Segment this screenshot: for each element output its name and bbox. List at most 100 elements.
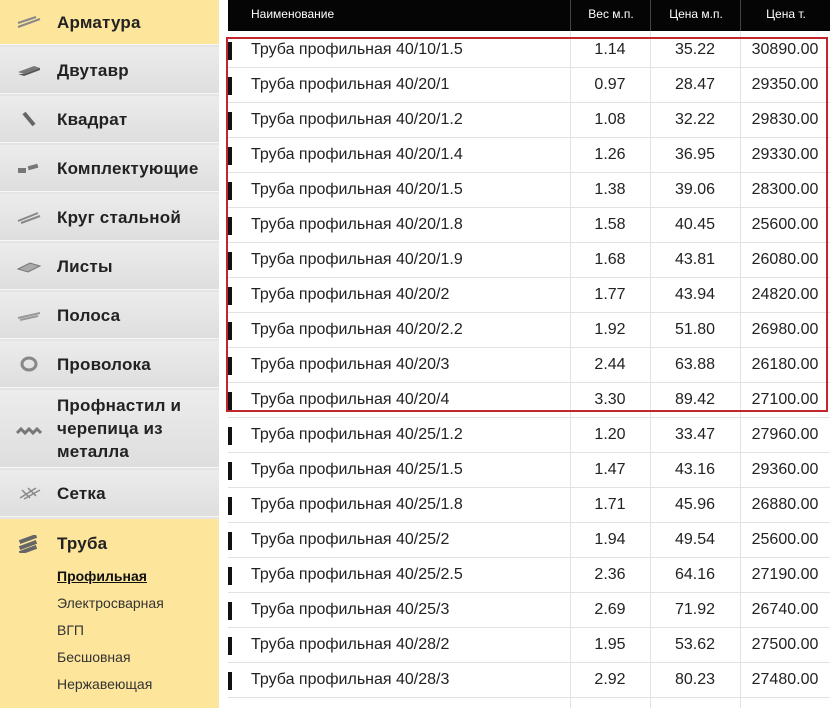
weight-value: 2.44 [594, 356, 626, 373]
price-meter-value: 51.80 [674, 321, 716, 338]
price-table: Наименование Вес м.п. Цена м.п. Цена т. … [228, 0, 830, 708]
pipe-icon [16, 534, 42, 553]
sidebar-item-label: Квадрат [57, 109, 128, 129]
sidebar-item-polosa[interactable]: Полоса [0, 292, 219, 339]
sidebar-item-label: Труба [57, 534, 108, 553]
row-marker [228, 532, 232, 550]
price-meter-value: 64.16 [674, 566, 716, 583]
price-meter-value: 39.06 [674, 181, 716, 198]
row-marker [228, 112, 232, 130]
product-name: Труба профильная 40/25/2.5 [251, 566, 463, 583]
price-ton-value: 29350.00 [751, 76, 819, 93]
weight-value: 1.71 [594, 496, 626, 513]
row-marker [228, 392, 232, 410]
column-header-price-meter[interactable]: Цена м.п. [650, 0, 741, 31]
row-marker [228, 427, 232, 445]
sidebar-item-krug[interactable]: Круг стальной [0, 194, 219, 241]
sidebar-item-komplektuyushchie[interactable]: Комплектующие [0, 145, 219, 192]
weight-value: 1.95 [594, 636, 626, 653]
price-meter-value: 53.62 [674, 636, 716, 653]
weight-value: 2.36 [594, 566, 626, 583]
price-meter-value: 45.96 [674, 496, 716, 513]
price-meter-value: 43.81 [674, 251, 716, 268]
price-meter-value: 36.95 [674, 146, 716, 163]
weight-value: 1.68 [594, 251, 626, 268]
round-bar-icon [16, 209, 42, 225]
square-bar-icon [16, 111, 42, 127]
product-name: Труба профильная 40/20/1.5 [251, 181, 463, 198]
price-meter-value: 35.22 [674, 41, 716, 58]
price-ton-value: 27500.00 [751, 636, 819, 653]
i-beam-icon [16, 62, 42, 78]
weight-value: 2.92 [594, 671, 626, 688]
subitem-profilnaya[interactable]: Профильная [57, 568, 147, 584]
row-marker [228, 602, 232, 620]
product-name: Труба профильная 40/20/1.9 [251, 251, 463, 268]
sidebar-item-listy[interactable]: Листы [0, 243, 219, 290]
price-ton-value: 26080.00 [751, 251, 819, 268]
weight-value: 1.26 [594, 146, 626, 163]
weight-value: 0.97 [594, 76, 626, 93]
weight-value: 1.20 [594, 426, 626, 443]
price-meter-value: 33.47 [674, 426, 716, 443]
row-marker [228, 287, 232, 305]
subitem-vgp[interactable]: ВГП [57, 622, 84, 638]
weight-value: 1.77 [594, 286, 626, 303]
column-header-name[interactable]: Наименование [251, 0, 334, 31]
sidebar-item-armatura[interactable]: Арматура [0, 0, 219, 45]
subitem-nerzhaveyushchaya[interactable]: Нержавеющая [57, 676, 152, 692]
weight-value: 1.47 [594, 461, 626, 478]
row-marker [228, 42, 232, 60]
sheets-icon [16, 258, 42, 274]
price-ton-value: 27100.00 [751, 391, 819, 408]
column-header-price-ton[interactable]: Цена т. [740, 0, 830, 31]
sidebar-item-profnastil[interactable]: Профнастил и черепица из металла [0, 390, 219, 468]
price-ton-value: 26880.00 [751, 496, 819, 513]
corrugated-sheet-icon [16, 421, 42, 437]
product-name: Труба профильная 40/20/4 [251, 391, 450, 408]
row-marker [228, 462, 232, 480]
price-meter-value: 71.92 [674, 601, 716, 618]
mesh-icon [16, 485, 42, 501]
price-meter-value: 80.23 [674, 671, 716, 688]
product-name: Труба профильная 40/25/3 [251, 601, 450, 618]
column-header-weight[interactable]: Вес м.п. [570, 0, 651, 31]
price-ton-value: 25600.00 [751, 531, 819, 548]
pipe-subcategory-list: Профильная Электросварная ВГП Бесшовная … [0, 566, 219, 708]
price-ton-value: 27190.00 [751, 566, 819, 583]
row-marker [228, 322, 232, 340]
weight-value: 1.58 [594, 216, 626, 233]
sidebar-item-setka[interactable]: Сетка [0, 470, 219, 517]
row-marker [228, 147, 232, 165]
price-meter-value: 43.16 [674, 461, 716, 478]
product-name: Труба профильная 40/20/2.2 [251, 321, 463, 338]
weight-value: 1.14 [594, 41, 626, 58]
sidebar-item-label: Сетка [57, 483, 106, 503]
product-name: Труба профильная 40/28/3 [251, 671, 450, 688]
subitem-elektrosvarnaya[interactable]: Электросварная [57, 595, 164, 611]
price-ton-value: 26980.00 [751, 321, 819, 338]
components-icon [16, 160, 42, 176]
sidebar-item-label: Комплектующие [57, 158, 199, 178]
column-divider [650, 31, 651, 708]
weight-value: 1.38 [594, 181, 626, 198]
row-marker [228, 672, 232, 690]
subitem-besshovnaya[interactable]: Бесшовная [57, 649, 131, 665]
sidebar-item-dvutavr[interactable]: Двутавр [0, 47, 219, 94]
product-name: Труба профильная 40/25/1.8 [251, 496, 463, 513]
rebar-icon [16, 14, 42, 30]
sidebar-item-label: Профнастил и черепица из металла [57, 396, 182, 461]
weight-value: 1.94 [594, 531, 626, 548]
sidebar-item-truba[interactable]: Труба [0, 519, 219, 568]
price-ton-value: 30890.00 [751, 41, 819, 58]
weight-value: 3.30 [594, 391, 626, 408]
price-ton-value: 26740.00 [751, 601, 819, 618]
sidebar-item-label: Круг стальной [57, 207, 181, 227]
product-name: Труба профильная 40/20/1.8 [251, 216, 463, 233]
sidebar-item-provoloka[interactable]: Проволока [0, 341, 219, 388]
price-ton-value: 27480.00 [751, 671, 819, 688]
wire-coil-icon [16, 356, 42, 372]
price-ton-value: 29830.00 [751, 111, 819, 128]
price-meter-value: 43.94 [674, 286, 716, 303]
sidebar-item-kvadrat[interactable]: Квадрат [0, 96, 219, 143]
